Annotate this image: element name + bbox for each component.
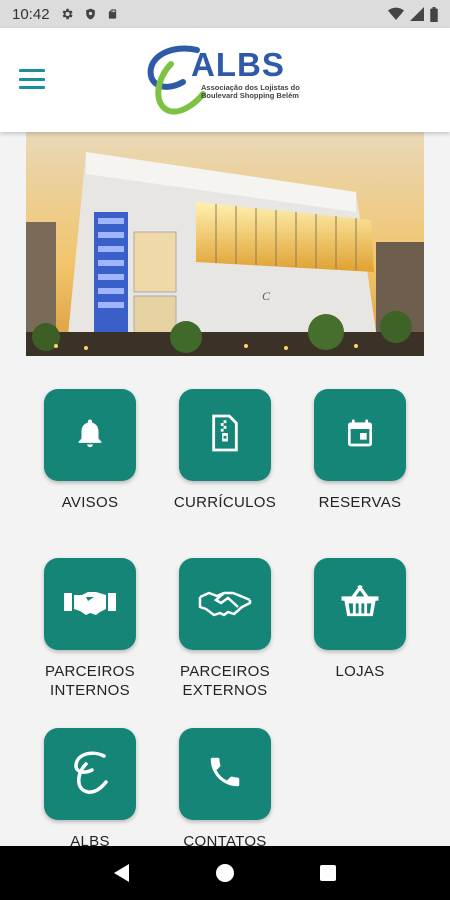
logo-subtitle: Associação dos Lojistas do Boulevard Sho…	[201, 83, 300, 100]
hamburger-menu-icon[interactable]	[16, 64, 48, 94]
albs-button[interactable]	[44, 728, 136, 820]
home-icon[interactable]	[205, 853, 245, 893]
battery-icon	[430, 6, 438, 22]
status-bar: 10:42	[0, 0, 450, 28]
zip-file-icon	[208, 413, 242, 458]
menu-item-avisos[interactable]: AVISOS	[25, 389, 155, 512]
back-icon[interactable]	[102, 853, 142, 893]
calendar-icon	[344, 416, 376, 455]
parceiros-externos-button[interactable]	[179, 558, 271, 650]
menu-label-2: INTERNOS	[50, 682, 130, 699]
app-screen: 10:42 ALBS Associação dos Lojistas do Bo…	[0, 0, 450, 900]
basket-icon	[340, 584, 380, 624]
menu-item-contatos[interactable]: CONTATOS	[160, 728, 290, 851]
menu-item-curriculos[interactable]: CURRÍCULOS	[160, 389, 290, 512]
menu-label: PARCEIROS	[45, 663, 135, 680]
menu-item-lojas[interactable]: LOJAS	[295, 558, 425, 681]
menu-item-albs[interactable]: ALBS	[25, 728, 155, 851]
menu-label: AVISOS	[61, 494, 119, 511]
sd-card-icon	[107, 7, 118, 21]
recents-icon[interactable]	[308, 853, 348, 893]
phone-icon	[206, 753, 244, 796]
menu-label: CURRÍCULOS	[173, 494, 277, 511]
handshake-icon	[197, 585, 253, 624]
menu-label-2: EXTERNOS	[182, 682, 268, 699]
handshake-icon	[62, 585, 118, 624]
signal-icon	[410, 7, 424, 21]
menu-label: RESERVAS	[318, 494, 402, 511]
menu-item-reservas[interactable]: RESERVAS	[295, 389, 425, 512]
curriculos-button[interactable]	[179, 389, 271, 481]
wifi-icon	[388, 7, 404, 21]
svg-text:C: C	[262, 289, 271, 303]
reservas-button[interactable]	[314, 389, 406, 481]
status-time: 10:42	[12, 5, 50, 23]
gear-icon	[60, 7, 74, 21]
contatos-button[interactable]	[179, 728, 271, 820]
menu-item-parceiros-internos[interactable]: PARCEIROS INTERNOS	[25, 558, 155, 700]
menu-grid: AVISOS CURRÍCULOS RESERVAS PARCEIROS INT…	[0, 356, 450, 850]
lojas-button[interactable]	[314, 558, 406, 650]
bell-icon	[73, 415, 107, 456]
avisos-button[interactable]	[44, 389, 136, 481]
menu-label: LOJAS	[335, 663, 385, 680]
shield-icon	[84, 7, 97, 21]
menu-item-parceiros-externos[interactable]: PARCEIROS EXTERNOS	[160, 558, 290, 700]
menu-label: PARCEIROS	[180, 663, 270, 680]
albs-logo: ALBS Associação dos Lojistas do Boulevar…	[143, 42, 313, 122]
logo-title: ALBS	[191, 46, 285, 83]
banner-image: C	[26, 132, 424, 356]
system-nav-bar	[0, 846, 450, 900]
parceiros-internos-button[interactable]	[44, 558, 136, 650]
app-bar: ALBS Associação dos Lojistas do Boulevar…	[0, 28, 450, 132]
albs-logo-icon	[68, 748, 112, 801]
